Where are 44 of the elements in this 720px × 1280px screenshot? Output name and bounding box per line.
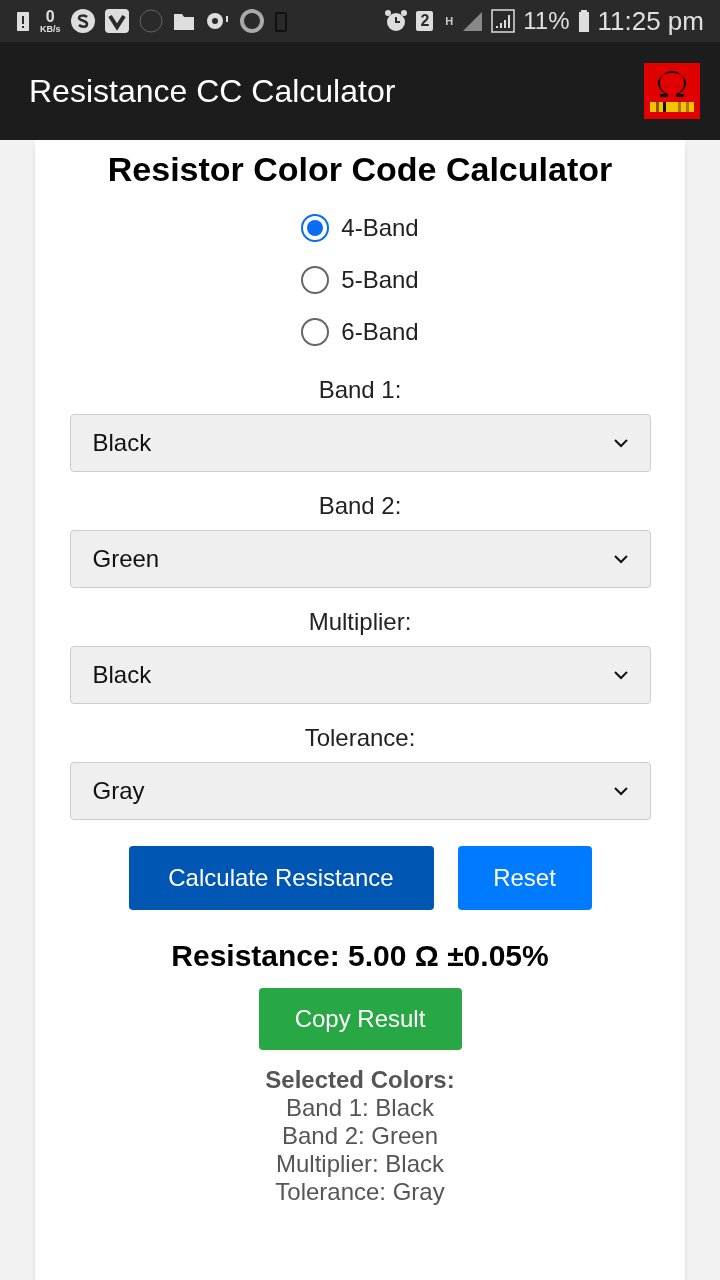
selected-color-line: Band 1: Black bbox=[285, 1094, 435, 1122]
battery-percent: 11% bbox=[523, 6, 570, 36]
selected-color-line: Multiplier: Black bbox=[275, 1150, 444, 1178]
calculate-button[interactable]: Calculate Resistance bbox=[128, 846, 434, 910]
selected-colors-heading: Selected Colors: bbox=[265, 1066, 455, 1094]
v-app-icon bbox=[104, 9, 129, 33]
sim-badge: 2 bbox=[416, 11, 434, 31]
battery-icon bbox=[577, 9, 590, 33]
radio-option[interactable]: 5-Band bbox=[301, 262, 419, 298]
app-title: Resistance CC Calculator bbox=[29, 72, 396, 111]
reset-button[interactable]: Reset bbox=[457, 846, 592, 910]
network-speed: 0 KB/s bbox=[40, 8, 61, 34]
field-label: Multiplier: bbox=[308, 608, 412, 636]
radio-option[interactable]: 4-Band bbox=[301, 210, 419, 246]
omega-resistor-icon bbox=[644, 63, 700, 119]
dropdown[interactable]: Green bbox=[69, 530, 651, 588]
network-type: H bbox=[445, 13, 454, 29]
disc-icon bbox=[204, 10, 229, 32]
signal-icon bbox=[461, 10, 484, 32]
chevron-down-icon bbox=[613, 554, 628, 564]
result-text: Resistance: 5.00 Ω ±0.05% bbox=[171, 938, 549, 974]
page-title: Resistor Color Code Calculator bbox=[107, 149, 613, 190]
signal-icon bbox=[491, 9, 516, 33]
chevron-down-icon bbox=[613, 670, 628, 680]
selected-color-line: Tolerance: Gray bbox=[275, 1178, 445, 1206]
chevron-down-icon bbox=[613, 786, 628, 796]
clock: 11:25 pm bbox=[597, 4, 704, 38]
selected-color-line: Band 2: Green bbox=[281, 1122, 439, 1150]
circle-s-icon bbox=[70, 9, 95, 33]
radio-button[interactable] bbox=[301, 214, 330, 242]
folder-icon bbox=[172, 11, 195, 31]
dropdown[interactable]: Gray bbox=[69, 762, 651, 820]
radio-option[interactable]: 6-Band bbox=[301, 314, 419, 350]
alarm-icon bbox=[384, 9, 409, 33]
field-label: Tolerance: bbox=[304, 724, 416, 752]
field-label: Band 2: bbox=[318, 492, 402, 520]
circle-app-icon bbox=[138, 9, 163, 33]
radio-button[interactable] bbox=[301, 266, 330, 294]
radio-button[interactable] bbox=[301, 318, 330, 346]
field-label: Band 1: bbox=[318, 376, 402, 404]
dropdown[interactable]: Black bbox=[69, 414, 651, 472]
dropdown[interactable]: Black bbox=[69, 646, 651, 704]
chevron-down-icon bbox=[613, 438, 628, 448]
ring-icon bbox=[238, 8, 265, 34]
